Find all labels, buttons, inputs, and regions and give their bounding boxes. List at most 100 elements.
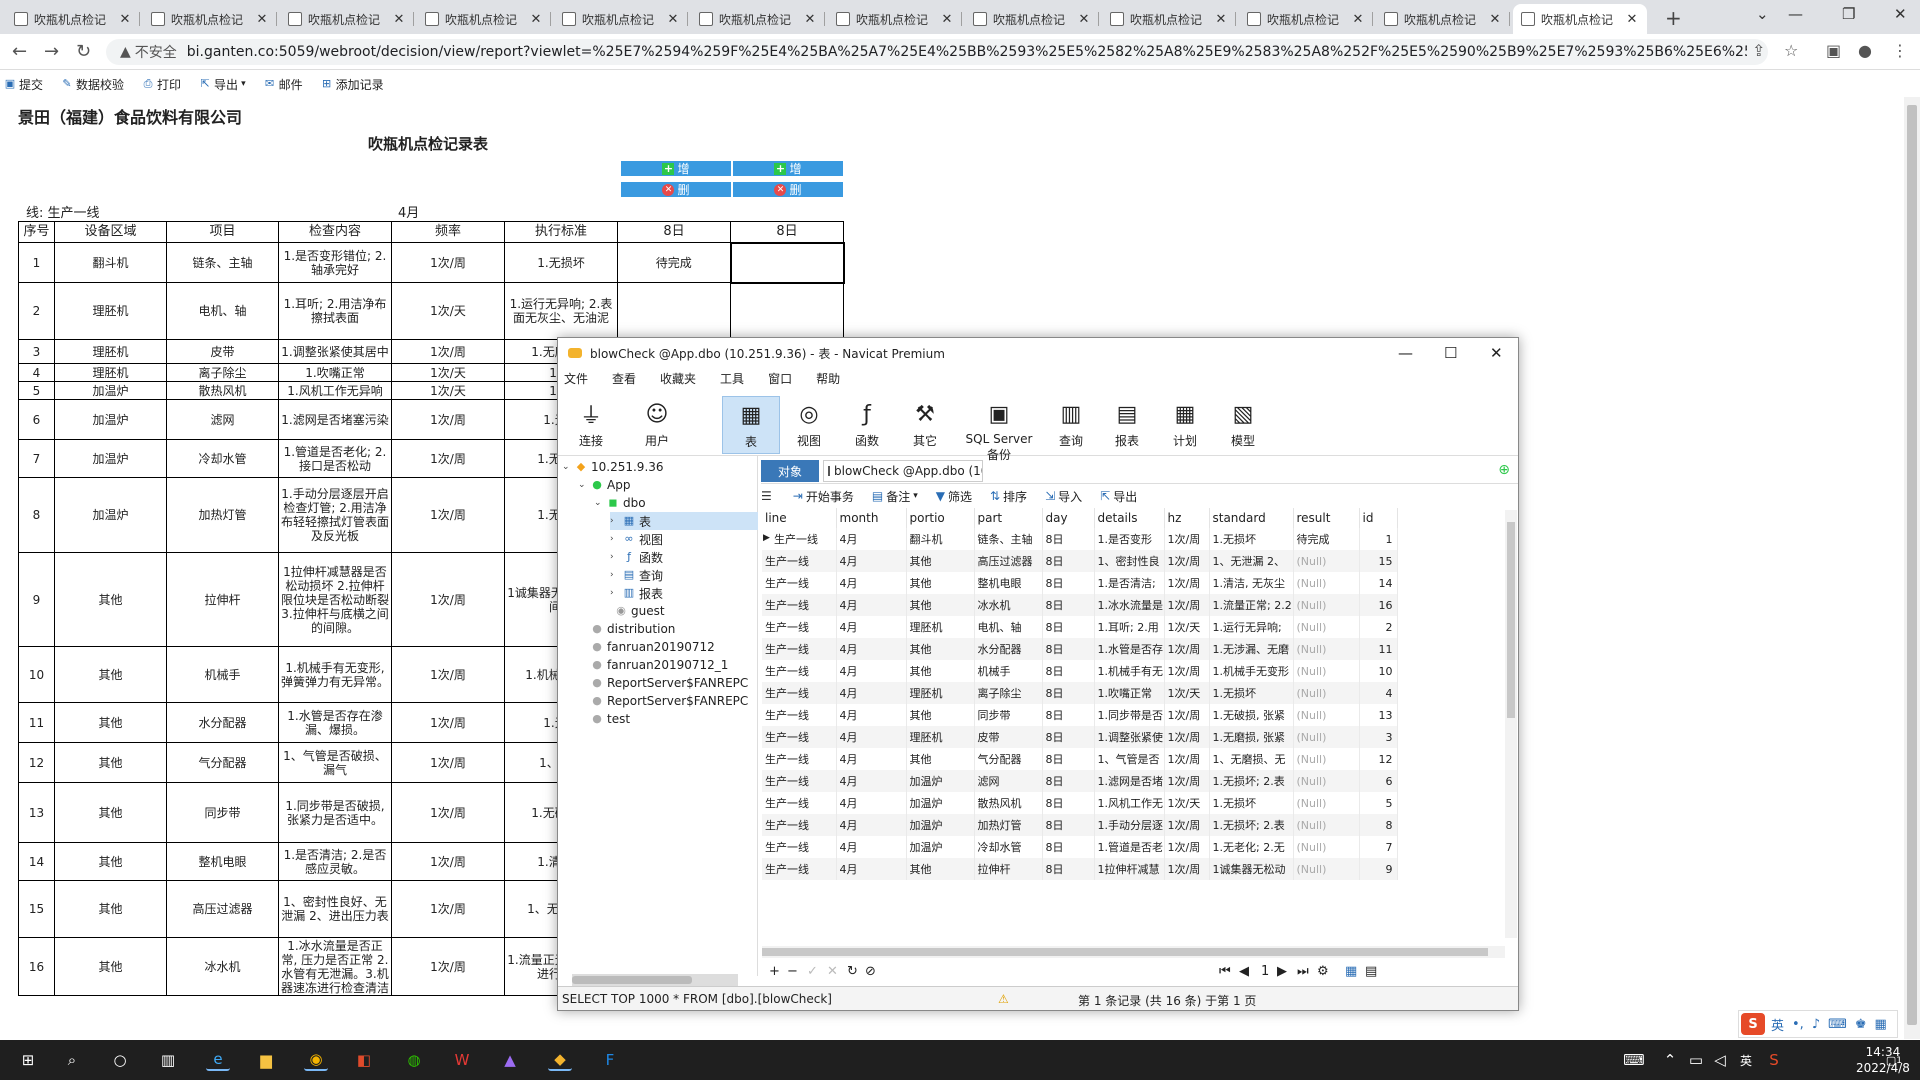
ribbon-button[interactable]: ƒ 函数 [838, 396, 896, 454]
grid-row[interactable]: 生产一线 4月 其他 高压过滤器 8日 1、密封性良 1次/周 1、无泄漏 2、 (Null) 1… [762, 550, 1398, 572]
grid-cell[interactable]: 1次/周 [1164, 726, 1210, 748]
grid-row[interactable]: 生产一线 4月 其他 拉伸杆 8日 1拉伸杆减慧 1次/周 1诚集器无松动 (Null) 9 [762, 858, 1398, 880]
finereport-icon[interactable]: F [598, 1049, 622, 1071]
tab-close-icon[interactable]: ✕ [255, 12, 269, 27]
tree-object[interactable]: › ▤ 查询 [610, 566, 663, 584]
grid-cell[interactable]: 高压过滤器 [974, 550, 1043, 572]
reload-icon[interactable]: ↻ [76, 41, 91, 62]
tab-close-icon[interactable]: ✕ [118, 12, 132, 27]
grid-cell[interactable]: 1.调整张紧使 [1094, 726, 1165, 748]
grid-hscroll[interactable] [762, 946, 1505, 958]
grid-cell[interactable]: 8 [1359, 814, 1398, 836]
menu-item[interactable]: 文件 [564, 370, 588, 387]
grid-cell[interactable]: 其他 [906, 704, 975, 726]
grid-cell[interactable]: 气分配器 [974, 748, 1043, 770]
grid-cell[interactable]: 4月 [836, 682, 907, 704]
sort-button[interactable]: ⇅ 排序 [990, 488, 1027, 505]
grid-cell[interactable]: 6 [1359, 770, 1398, 792]
browser-tab[interactable]: 吹瓶机点检记 ✕ [828, 4, 962, 34]
edge-icon[interactable]: e [206, 1049, 230, 1071]
grid-vscroll[interactable] [1505, 510, 1517, 938]
expander-icon[interactable]: › [610, 588, 620, 598]
add-record-button[interactable]: ⊞ 添加记录 [317, 76, 384, 93]
grid-cell[interactable]: (Null) [1293, 836, 1360, 858]
grid-cell[interactable]: 1次/周 [1164, 550, 1210, 572]
grid-cell[interactable]: (Null) [1293, 660, 1360, 682]
discard-icon[interactable]: ✕ [827, 964, 838, 979]
grid-cell[interactable]: 离子除尘 [974, 682, 1043, 704]
grid-cell[interactable]: 生产一线 [762, 792, 837, 814]
grid-cell[interactable]: 整机电眼 [974, 572, 1043, 594]
first-page-icon[interactable]: ⏮ [1219, 964, 1231, 979]
tab-close-icon[interactable]: ✕ [1625, 12, 1639, 27]
grid-cell[interactable]: (Null) [1293, 748, 1360, 770]
grid-row[interactable]: 生产一线 4月 其他 整机电眼 8日 1.是否清洁; 1次/周 1.清洁, 无灰尘 (Null)… [762, 572, 1398, 594]
grid-cell[interactable]: 1.机械手有无 [1094, 660, 1165, 682]
column-header[interactable]: portio [906, 508, 975, 528]
grid-cell[interactable]: 9 [1359, 858, 1398, 880]
grid-cell[interactable]: 1次/周 [1164, 572, 1210, 594]
grid-cell[interactable]: 8日 [1042, 836, 1095, 858]
grid-cell[interactable]: 4月 [836, 616, 907, 638]
grid-cell[interactable]: (Null) [1293, 682, 1360, 704]
grid-row[interactable]: 生产一线 4月 理胚机 离子除尘 8日 1.吹嘴正常 1次/天 1.无损坏 (Null) 4 [762, 682, 1398, 704]
notification-icon[interactable]: ▢ 1 [1882, 1049, 1906, 1071]
menu-item[interactable]: 查看 [612, 370, 636, 387]
grid-cell[interactable]: 生产一线 [762, 770, 837, 792]
grid-cell[interactable]: 13 [1359, 704, 1398, 726]
grid-cell[interactable]: 其他 [906, 594, 975, 616]
new-tab-button[interactable]: + [1665, 6, 1682, 30]
grid-cell[interactable]: 8日 [1042, 594, 1095, 616]
tree-object[interactable]: › ▦ 表 [610, 512, 758, 530]
grid-cell[interactable]: 1.机械手无变形 [1209, 660, 1294, 682]
browser-tab[interactable]: 吹瓶机点检记 ✕ [143, 4, 277, 34]
grid-cell[interactable]: 1拉伸杆减慧 [1094, 858, 1165, 880]
grid-cell[interactable]: 1.流量正常; 2.2 [1209, 594, 1294, 616]
browser-tab[interactable]: 吹瓶机点检记 ✕ [965, 4, 1099, 34]
grid-cell[interactable]: 1.冰水流量是 [1094, 594, 1165, 616]
ribbon-button[interactable]: ▦ 表 [722, 396, 780, 454]
add-record-icon[interactable]: + [769, 964, 780, 979]
tree-schema[interactable]: ⌄ ◼ dbo [594, 494, 646, 512]
grid-cell[interactable]: 1.无损坏 [1209, 682, 1294, 704]
navicat-close-icon[interactable]: ✕ [1490, 344, 1503, 362]
begin-transaction-button[interactable]: ⇥ 开始事务 [793, 488, 854, 505]
mic-icon[interactable]: ♪ [1812, 1017, 1820, 1032]
tab-objects[interactable]: 对象 [761, 460, 819, 482]
expander-icon[interactable]: ⌄ [578, 480, 588, 490]
grid-cell[interactable]: 1.风机工作无 [1094, 792, 1165, 814]
grid-cell[interactable]: 1、密封性良 [1094, 550, 1165, 572]
tree-database[interactable]: ● test [578, 710, 630, 728]
ribbon-button[interactable]: ▣ SQL Server 备份 [958, 396, 1040, 463]
browser-tab[interactable]: 吹瓶机点检记 ✕ [1239, 4, 1373, 34]
verify-button[interactable]: ✎ 数据校验 [57, 76, 124, 93]
start-windows-icon[interactable]: ⊞ [16, 1049, 40, 1071]
grid-cell[interactable]: 8日 [1042, 748, 1095, 770]
grid-cell[interactable]: 加温炉 [906, 836, 975, 858]
grid-cell[interactable]: 1.无磨损, 张紧 [1209, 726, 1294, 748]
grid-cell[interactable]: 1次/周 [1164, 660, 1210, 682]
grid-cell[interactable]: 1.同步带是否 [1094, 704, 1165, 726]
grid-cell[interactable]: 1.无损坏 [1209, 528, 1294, 550]
expander-icon[interactable]: ⌄ [562, 462, 572, 472]
grid-cell[interactable]: 1次/周 [1164, 638, 1210, 660]
wps-icon[interactable]: W [450, 1049, 474, 1071]
grid-cell[interactable]: 14 [1359, 572, 1398, 594]
tree-object[interactable]: › ▥ 报表 [610, 584, 663, 602]
grid-cell[interactable]: 1次/周 [1164, 814, 1210, 836]
grid-cell[interactable]: 机械手 [974, 660, 1043, 682]
tab-close-icon[interactable]: ✕ [1351, 12, 1365, 27]
grid-cell[interactable]: (Null) [1293, 572, 1360, 594]
ribbon-button[interactable]: ⚒ 其它 [896, 396, 954, 454]
warning-icon[interactable]: ⚠ [998, 992, 1009, 1006]
grid-row[interactable]: 生产一线 4月 加温炉 冷却水管 8日 1.管道是否老 1次/周 1.无老化; 2.无 (Nul… [762, 836, 1398, 858]
grid-cell[interactable]: 1次/周 [1164, 748, 1210, 770]
tree-guest[interactable]: ◉ guest [602, 602, 664, 620]
grid-cell[interactable]: 冷却水管 [974, 836, 1043, 858]
column-header[interactable]: hz [1164, 508, 1210, 528]
delete-row-button-2[interactable]: ✕ 删 [732, 181, 844, 198]
volume-icon[interactable]: ◁ [1708, 1049, 1732, 1071]
grid-cell[interactable]: 加温炉 [906, 770, 975, 792]
check-cell[interactable] [617, 282, 731, 340]
grid-cell[interactable]: 4月 [836, 858, 907, 880]
